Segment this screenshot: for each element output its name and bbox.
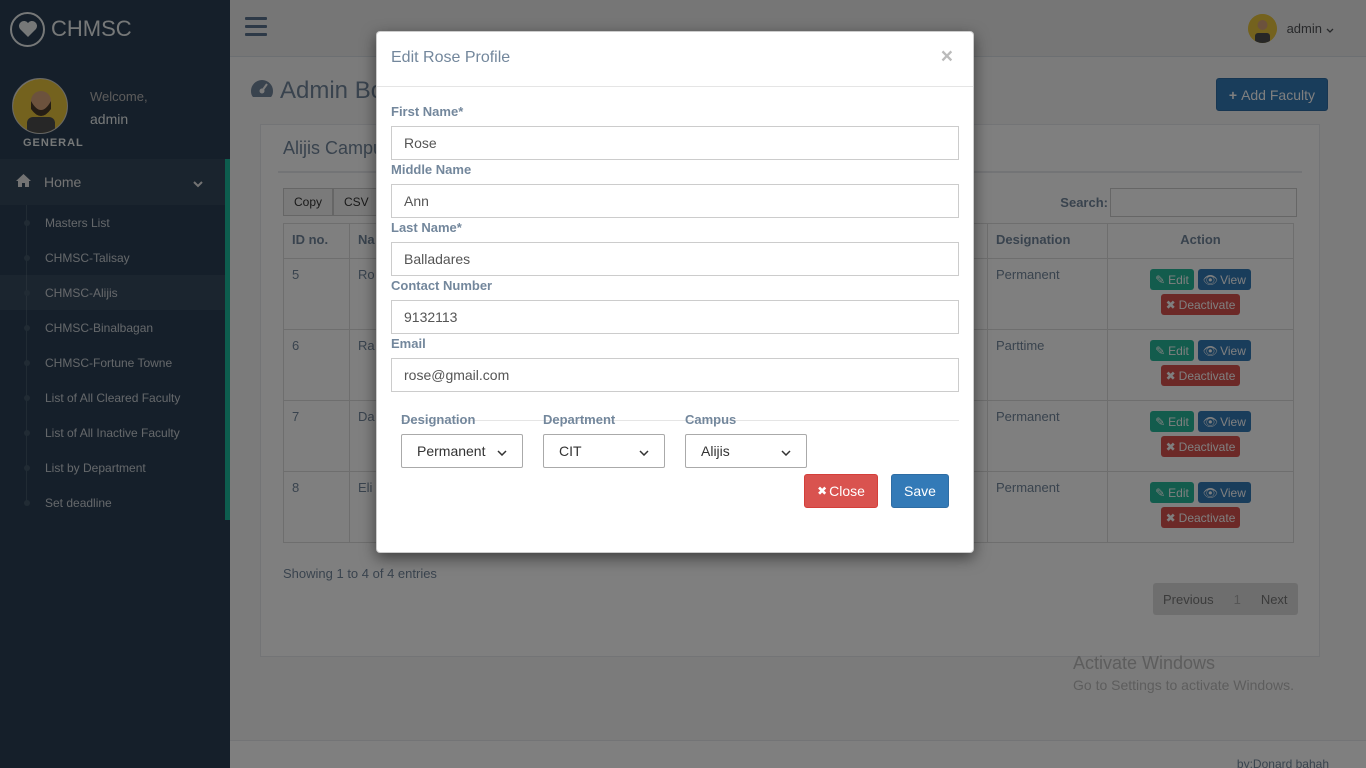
chevron-down-icon (639, 443, 649, 459)
times-icon: ✖ (817, 484, 828, 498)
middle-name-label: Middle Name (391, 162, 472, 177)
save-button-label: Save (904, 483, 936, 499)
chevron-down-icon (781, 443, 791, 459)
designation-value: Permanent (417, 443, 486, 459)
edit-profile-modal: Edit Rose Profile × First Name* Rose Mid… (376, 31, 974, 553)
contact-value: 9132113 (404, 309, 458, 325)
campus-label: Campus (685, 412, 737, 427)
last-name-value: Balladares (404, 251, 471, 267)
close-icon[interactable]: × (941, 45, 953, 69)
first-name-label: First Name* (391, 104, 464, 119)
department-value: CIT (559, 443, 582, 459)
modal-title: Edit Rose Profile (391, 49, 511, 66)
designation-label: Designation (401, 412, 476, 427)
close-button-label: Close (829, 483, 865, 499)
contact-field[interactable]: 9132113 (391, 300, 959, 334)
contact-label: Contact Number (391, 278, 493, 293)
middle-name-field[interactable]: Ann (391, 184, 959, 218)
department-select[interactable]: CIT (543, 434, 665, 468)
chevron-down-icon (497, 443, 507, 459)
designation-select[interactable]: Permanent (401, 434, 523, 468)
save-button[interactable]: Save (891, 474, 949, 508)
divider (401, 420, 959, 421)
first-name-value: Rose (404, 135, 437, 151)
email-value: rose@gmail.com (404, 367, 510, 383)
last-name-label: Last Name* (391, 220, 462, 235)
first-name-field[interactable]: Rose (391, 126, 959, 160)
email-field[interactable]: rose@gmail.com (391, 358, 959, 392)
close-button[interactable]: ✖ Close (804, 474, 878, 508)
modal-header: Edit Rose Profile × (377, 32, 973, 87)
department-label: Department (543, 412, 616, 427)
last-name-field[interactable]: Balladares (391, 242, 959, 276)
email-label: Email (391, 336, 426, 351)
middle-name-value: Ann (404, 193, 429, 209)
campus-value: Alijis (701, 443, 730, 459)
campus-select[interactable]: Alijis (685, 434, 807, 468)
